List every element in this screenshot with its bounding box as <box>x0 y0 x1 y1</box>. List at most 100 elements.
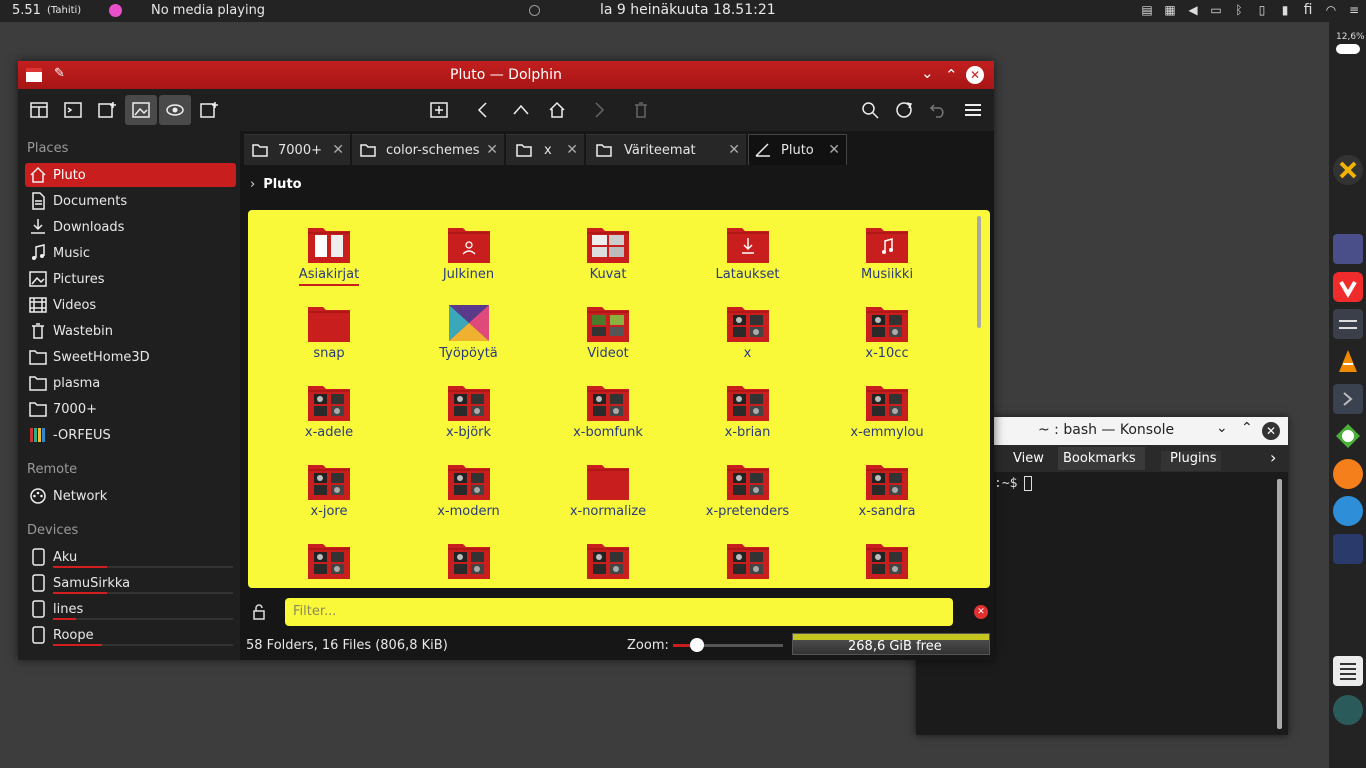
tab-pluto[interactable]: Pluto ✕ <box>748 134 847 165</box>
close-icon[interactable]: ✕ <box>966 66 984 84</box>
power-icon[interactable] <box>1333 695 1363 725</box>
place-network[interactable]: Network <box>25 484 236 508</box>
close-icon[interactable]: ✕ <box>1262 422 1280 440</box>
dolphin-window[interactable]: ✎ Pluto — Dolphin ⌄ ⌃ ✕ Places Pluto Docu… <box>18 61 994 660</box>
place-documents[interactable]: Documents <box>25 189 236 213</box>
breadcrumb[interactable]: › Pluto <box>250 177 302 192</box>
file-item-ty-p-yt-[interactable]: Työpöytä <box>409 303 529 361</box>
place-pictures[interactable]: Pictures <box>25 267 236 291</box>
dolphin-titlebar[interactable]: ✎ Pluto — Dolphin ⌄ ⌃ ✕ <box>18 61 994 89</box>
pin-icon[interactable]: ✎ <box>54 66 65 81</box>
home-button[interactable] <box>541 95 573 125</box>
minimize-icon[interactable]: ⌄ <box>921 64 934 82</box>
file-item-x-jore[interactable]: x-jore <box>269 461 389 519</box>
file-item-musiikki[interactable]: Musiikki <box>827 224 947 282</box>
new-folder-button[interactable] <box>423 95 455 125</box>
settings-icon[interactable] <box>1333 309 1363 339</box>
zoom-slider-handle[interactable] <box>690 638 705 652</box>
close-tab-icon[interactable]: ✕ <box>332 142 344 158</box>
battery-icon[interactable]: ▮ <box>1277 2 1293 18</box>
back-button[interactable] <box>467 95 499 125</box>
maximize-icon[interactable]: ⌃ <box>1241 420 1253 436</box>
lock-icon[interactable] <box>252 604 266 620</box>
up-button[interactable] <box>505 95 537 125</box>
file-item-item[interactable] <box>827 540 947 583</box>
vivaldi-icon[interactable] <box>1333 272 1363 302</box>
file-item-videot[interactable]: Videot <box>548 303 668 361</box>
split-view-button[interactable] <box>23 95 55 125</box>
place-downloads[interactable]: Downloads <box>25 215 236 239</box>
file-item-julkinen[interactable]: Julkinen <box>409 224 529 282</box>
place-wastebin[interactable]: Wastebin <box>25 319 236 343</box>
notes-icon[interactable] <box>1333 656 1363 686</box>
tab-color-schemes[interactable]: color-schemes ✕ <box>352 134 504 165</box>
place-music[interactable]: Music <box>25 241 236 265</box>
konsole-scrollbar[interactable] <box>1277 479 1282 729</box>
volume-icon[interactable]: ◀ <box>1185 2 1201 18</box>
place-plasma[interactable]: plasma <box>25 371 236 395</box>
display-icon[interactable]: ▭ <box>1208 2 1224 18</box>
reload-button[interactable] <box>888 95 920 125</box>
delete-button[interactable] <box>625 95 657 125</box>
maximize-icon[interactable]: ⌃ <box>945 66 958 84</box>
new-window-button[interactable] <box>91 95 123 125</box>
place-sweethome3d[interactable]: SweetHome3D <box>25 345 236 369</box>
media-player-icon[interactable] <box>109 4 122 17</box>
show-hidden-button[interactable] <box>159 95 191 125</box>
view-scrollbar[interactable] <box>977 216 981 328</box>
place-7000[interactable]: 7000+ <box>25 397 236 421</box>
file-item-x[interactable]: x <box>688 303 808 361</box>
close-x-icon[interactable] <box>1333 155 1363 185</box>
clear-filter-icon[interactable]: ✕ <box>974 605 988 619</box>
file-item-x-sandra[interactable]: x-sandra <box>827 461 947 519</box>
file-item-asiakirjat[interactable]: Asiakirjat <box>269 224 389 286</box>
file-item-item[interactable] <box>269 540 389 583</box>
close-tab-icon[interactable]: ✕ <box>728 142 740 158</box>
menu-icon[interactable]: ≡ <box>1346 2 1362 18</box>
terminal-button[interactable] <box>57 95 89 125</box>
file-item-kuvat[interactable]: Kuvat <box>548 224 668 282</box>
bluetooth-icon[interactable]: ᛒ <box>1231 2 1247 18</box>
zoom-slider[interactable] <box>673 638 783 652</box>
lock-icon[interactable]: ▯ <box>1254 2 1270 18</box>
clock[interactable]: la 9 heinäkuuta 18.51:21 <box>600 2 776 18</box>
file-item-x-pretenders[interactable]: x-pretenders <box>688 461 808 519</box>
menu-plugins[interactable]: Plugins <box>1170 451 1217 466</box>
menu-bookmarks[interactable]: Bookmarks <box>1063 451 1136 466</box>
media-status[interactable]: No media playing <box>151 3 265 18</box>
forward-button[interactable] <box>583 95 615 125</box>
tab-variteemat[interactable]: Väriteemat ✕ <box>586 134 746 165</box>
close-tab-icon[interactable]: ✕ <box>566 142 578 158</box>
place-pluto[interactable]: Pluto <box>25 163 236 187</box>
file-item-x-brian[interactable]: x-brian <box>688 382 808 440</box>
close-tab-icon[interactable]: ✕ <box>828 142 840 158</box>
close-tab-icon[interactable]: ✕ <box>486 142 498 158</box>
search-button[interactable] <box>854 95 886 125</box>
file-item-x-10cc[interactable]: x-10cc <box>827 303 947 361</box>
free-space-bar[interactable]: 268,6 GiB free <box>792 633 990 655</box>
file-item-item[interactable] <box>688 540 808 583</box>
clipboard-icon[interactable]: ▦ <box>1162 2 1178 18</box>
preview-button[interactable] <box>125 95 157 125</box>
file-item-x-modern[interactable]: x-modern <box>409 461 529 519</box>
new-tab-button[interactable] <box>193 95 225 125</box>
file-item-x-bj-rk[interactable]: x-björk <box>409 382 529 440</box>
tab-x[interactable]: x ✕ <box>506 134 584 165</box>
file-view[interactable]: Asiakirjat Julkinen Kuvat Lataukset Musiikki… <box>248 210 990 588</box>
bird-icon[interactable] <box>1333 496 1363 526</box>
file-item-item[interactable] <box>409 540 529 583</box>
file-item-snap[interactable]: snap <box>269 303 389 361</box>
chevron-right-icon[interactable]: › <box>1270 448 1276 467</box>
language-indicator[interactable]: fi <box>1300 2 1316 18</box>
menu-view[interactable]: View <box>1013 451 1044 466</box>
orange-icon[interactable] <box>1333 459 1363 489</box>
vlc-icon[interactable] <box>1333 346 1363 376</box>
keyboard-icon[interactable]: ▤ <box>1139 2 1155 18</box>
filter-input[interactable]: Filter... <box>285 598 953 626</box>
file-item-x-emmylou[interactable]: x-emmylou <box>827 382 947 440</box>
hamburger-menu-button[interactable] <box>957 95 989 125</box>
world-clock-time[interactable]: 5.51 <box>12 3 41 18</box>
file-item-item[interactable] <box>548 540 668 583</box>
kdenlive-icon[interactable] <box>1333 534 1363 564</box>
konsole-titlebar[interactable]: ~ : bash — Konsole ⌄ ⌃ ✕ <box>994 417 1288 445</box>
